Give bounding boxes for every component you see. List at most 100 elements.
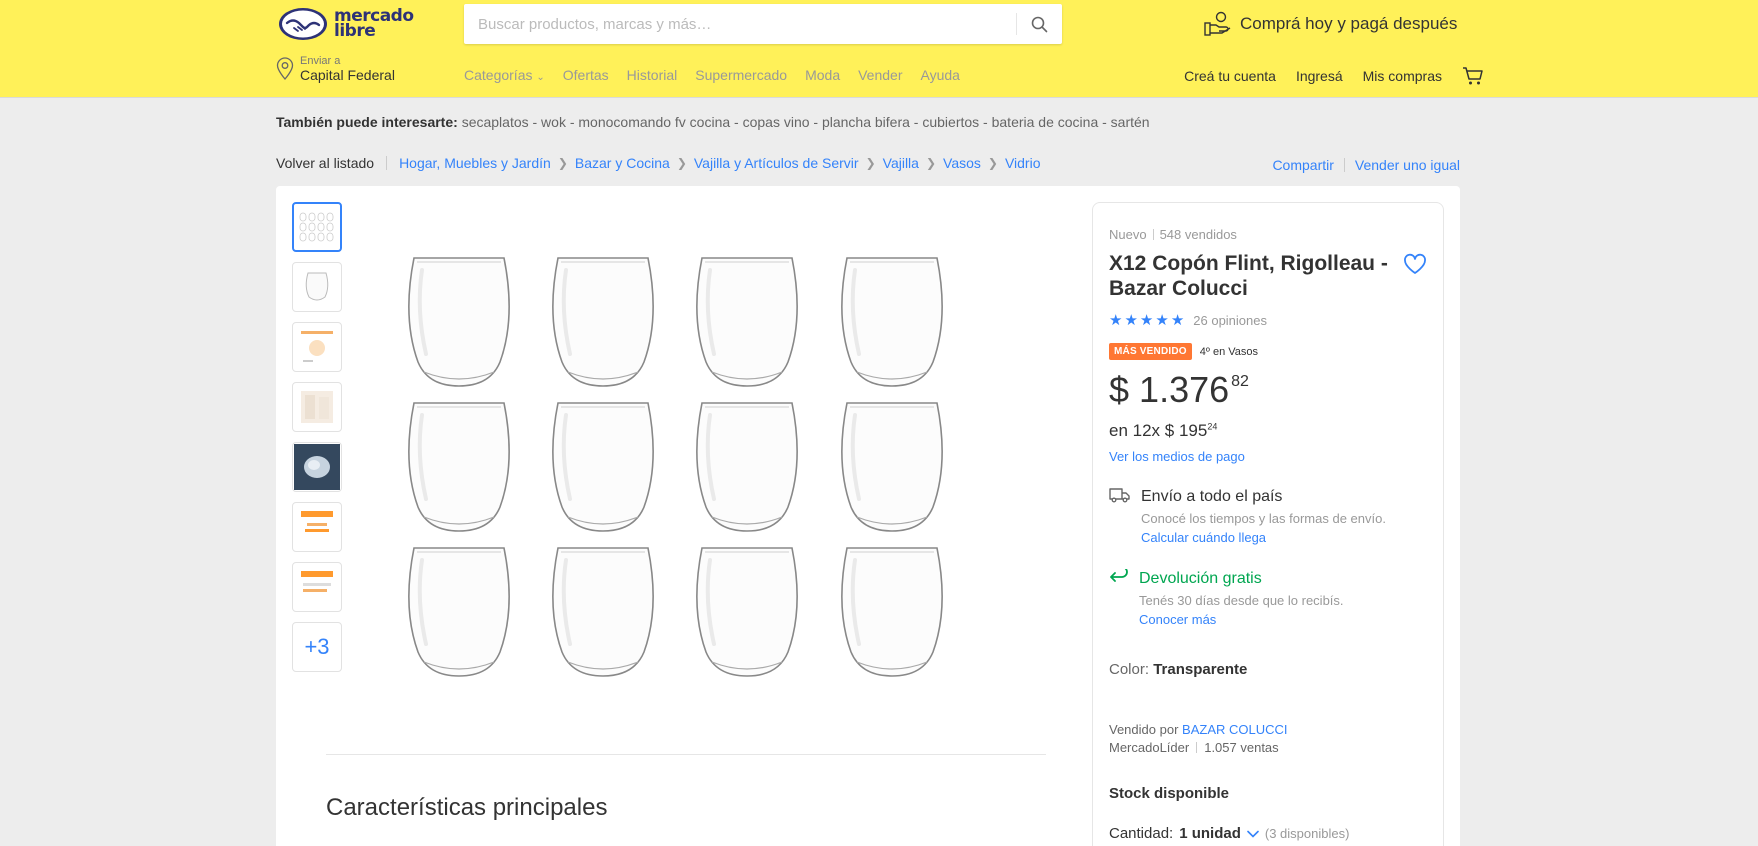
seller-level: MercadoLíder (1109, 740, 1190, 755)
payment-methods-link[interactable]: Ver los medios de pago (1109, 449, 1245, 464)
chevron-right-icon: ❯ (865, 156, 876, 170)
return-arrow-icon (1110, 569, 1128, 582)
breadcrumb-item[interactable]: Bazar y Cocina (575, 155, 670, 171)
shipping-location[interactable]: Enviar a Capital Federal (276, 55, 395, 83)
search-bar (464, 4, 1062, 44)
bestseller-row: MÁS VENDIDO 4º en Vasos (1109, 343, 1258, 360)
return-subtitle: Tenés 30 días desde que lo recibís. (1139, 593, 1344, 608)
return-more-link[interactable]: Conocer más (1139, 612, 1344, 627)
return-info: Devolución gratis Tenés 30 días desde qu… (1109, 569, 1429, 627)
promo-banner[interactable]: Comprá hoy y pagá después (1204, 10, 1457, 38)
star-icon: ★ (1155, 312, 1169, 329)
share-actions: Compartir Vender uno igual (1272, 157, 1460, 173)
bestseller-rank[interactable]: 4º en Vasos (1200, 346, 1258, 358)
thumbnail-more[interactable]: +3 (292, 622, 342, 672)
breadcrumb-item[interactable]: Vajilla y Artículos de Servir (694, 155, 859, 171)
nav-categorias[interactable]: Categorías ⌄ (464, 67, 545, 83)
glasses-grid-thumb-icon (299, 212, 334, 242)
create-account-link[interactable]: Creá tu cuenta (1184, 68, 1276, 84)
quantity-selector: Cantidad: 1 unidad (3 disponibles) (1109, 825, 1349, 842)
installments: en 12x $ 19524 (1109, 421, 1218, 440)
search-input[interactable] (478, 4, 1018, 44)
thumbnail-1[interactable] (292, 202, 342, 252)
seller-sales: 1.057 ventas (1204, 740, 1279, 755)
sell-similar-link[interactable]: Vender uno igual (1355, 157, 1460, 173)
buy-box: Nuevo 548 vendidos X12 Copón Flint, Rigol… (1092, 202, 1444, 846)
breadcrumb-item[interactable]: Vidrio (1005, 155, 1041, 171)
star-icon: ★ (1124, 312, 1138, 329)
stock-status: Stock disponible (1109, 785, 1230, 802)
nav-vender[interactable]: Vender (858, 67, 902, 83)
price-currency: $ (1109, 369, 1130, 410)
rating[interactable]: ★ ★ ★ ★ ★ 26 opiniones (1109, 313, 1267, 328)
shipping-info: Envío a todo el país Conocé los tiempos … (1109, 487, 1429, 545)
location-label: Enviar a (300, 55, 341, 67)
sold-count: 548 vendidos (1159, 227, 1237, 242)
favorite-button[interactable] (1403, 253, 1427, 280)
thumbnail-3[interactable] (292, 322, 342, 372)
search-button[interactable] (1017, 4, 1062, 44)
nav-moda[interactable]: Moda (805, 67, 840, 83)
star-icon: ★ (1170, 312, 1185, 329)
mercadolibre-logo[interactable]: mercado libre (278, 4, 416, 44)
chevron-down-icon: ⌄ (536, 72, 545, 83)
back-to-list-link[interactable]: Volver al listado (276, 155, 374, 171)
return-title: Devolución gratis (1139, 570, 1262, 587)
section-divider (326, 754, 1046, 755)
thumbnail-7[interactable] (292, 562, 342, 612)
heart-icon (1404, 253, 1426, 274)
price-cents: 82 (1231, 373, 1249, 390)
hand-coin-icon (1204, 11, 1231, 36)
cart-icon[interactable] (1462, 66, 1484, 86)
breadcrumb: Volver al listado Hogar, Muebles y Jardí… (276, 155, 1041, 171)
price-integer: 1.376 (1139, 369, 1230, 410)
location-pin-icon (276, 57, 294, 80)
header: mercado libre Comprá hoy y pagá después … (0, 0, 1758, 97)
related-searches: También puede interesarte: secaplatos - … (276, 114, 1150, 130)
calculate-shipping-link[interactable]: Calcular cuándo llega (1141, 530, 1386, 545)
product-card: +3 Características principales Nuevo 548… (276, 186, 1460, 846)
search-icon (1031, 16, 1048, 32)
price: $ 1.376 82 (1109, 369, 1249, 411)
nav-ayuda[interactable]: Ayuda (920, 67, 959, 83)
chevron-right-icon: ❯ (925, 156, 937, 170)
product-image-gallery[interactable] (386, 256, 986, 686)
installments-cents: 24 (1207, 421, 1218, 432)
shipping-title: Envío a todo el país (1141, 488, 1283, 505)
bestseller-badge: MÁS VENDIDO (1109, 343, 1192, 360)
condition: Nuevo (1109, 227, 1147, 242)
handshake-logo-icon (278, 6, 328, 42)
promo-text: Comprá hoy y pagá después (1240, 14, 1458, 33)
chevron-right-icon: ❯ (987, 156, 998, 170)
shipping-subtitle: Conocé los tiempos y las formas de envío… (1141, 511, 1386, 526)
quantity-dropdown[interactable]: 1 unidad (1179, 825, 1241, 842)
color-value: Transparente (1153, 661, 1248, 678)
chevron-right-icon: ❯ (676, 156, 687, 170)
thumbnail-6[interactable] (292, 502, 342, 552)
nav-ofertas[interactable]: Ofertas (563, 67, 609, 83)
thumbnail-5[interactable] (292, 442, 342, 492)
thumbnail-4[interactable] (292, 382, 342, 432)
single-glass-thumb-icon (305, 272, 329, 301)
share-link[interactable]: Compartir (1272, 157, 1333, 173)
product-title: X12 Copón Flint, Rigolleau - Bazar Coluc… (1109, 252, 1388, 300)
color-label: Color: (1109, 661, 1150, 678)
nav-historial[interactable]: Historial (627, 67, 678, 83)
my-purchases-link[interactable]: Mis compras (1363, 68, 1442, 84)
photo-thumb-icon (294, 444, 340, 490)
breadcrumb-item[interactable]: Vasos (943, 155, 981, 171)
chevron-down-icon[interactable] (1247, 830, 1259, 838)
login-link[interactable]: Ingresá (1296, 68, 1343, 84)
star-icon: ★ (1109, 312, 1123, 329)
nav-supermercado[interactable]: Supermercado (695, 67, 787, 83)
breadcrumb-item[interactable]: Hogar, Muebles y Jardín (399, 155, 551, 171)
seller-name-link[interactable]: BAZAR COLUCCI (1182, 722, 1287, 737)
info-thumb-icon (301, 331, 333, 362)
thumbnail-2[interactable] (292, 262, 342, 312)
product-image (406, 256, 945, 678)
related-items[interactable]: secaplatos - wok - monocomando fv cocina… (462, 114, 1150, 130)
logo-text: mercado libre (334, 6, 414, 41)
breadcrumb-item[interactable]: Vajilla (883, 155, 919, 171)
promo-thumb-icon (301, 511, 333, 532)
box-thumb-icon (301, 391, 333, 423)
